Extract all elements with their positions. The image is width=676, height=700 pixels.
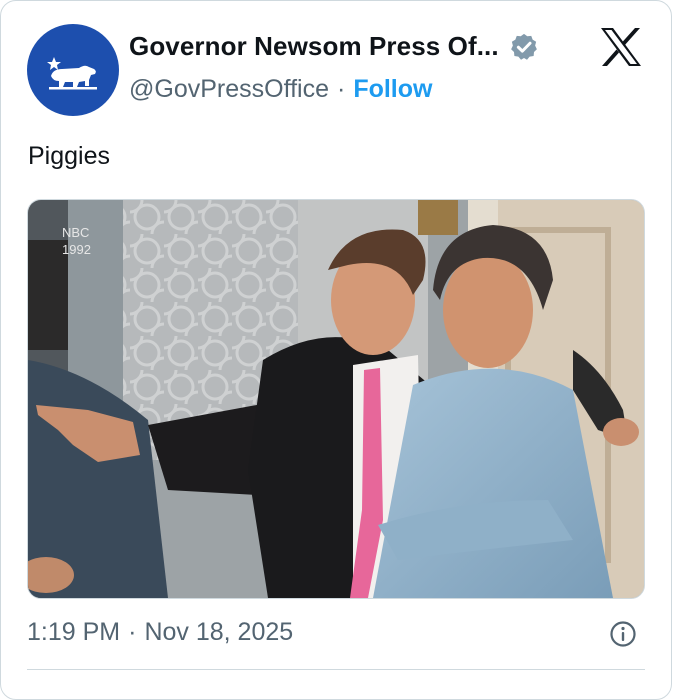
author-handle[interactable]: @GovPressOffice (129, 75, 329, 104)
photo-scene (28, 200, 644, 598)
meta-separator: · (128, 618, 137, 646)
embedded-post-card: Governor Newsom Press Of... @GovPressOff… (0, 0, 672, 700)
follow-button[interactable]: Follow (353, 75, 432, 104)
author-display-name[interactable]: Governor Newsom Press Of... (129, 31, 499, 62)
watermark-network: NBC (62, 225, 90, 240)
author-avatar[interactable] (27, 24, 119, 116)
post-text: Piggies (28, 142, 110, 170)
california-bear-icon (47, 57, 97, 90)
post-time[interactable]: 1:19 PM (27, 618, 120, 647)
verified-badge-icon (510, 33, 537, 60)
handle-separator: · (336, 75, 346, 103)
nbc-1992-watermark: NBC 1992 (62, 224, 91, 258)
watermark-year: 1992 (62, 242, 91, 257)
info-icon[interactable] (609, 620, 637, 648)
post-image[interactable]: NBC 1992 (27, 199, 645, 599)
divider (27, 669, 645, 670)
post-date[interactable]: Nov 18, 2025 (144, 618, 293, 647)
x-logo-icon[interactable] (599, 27, 643, 67)
